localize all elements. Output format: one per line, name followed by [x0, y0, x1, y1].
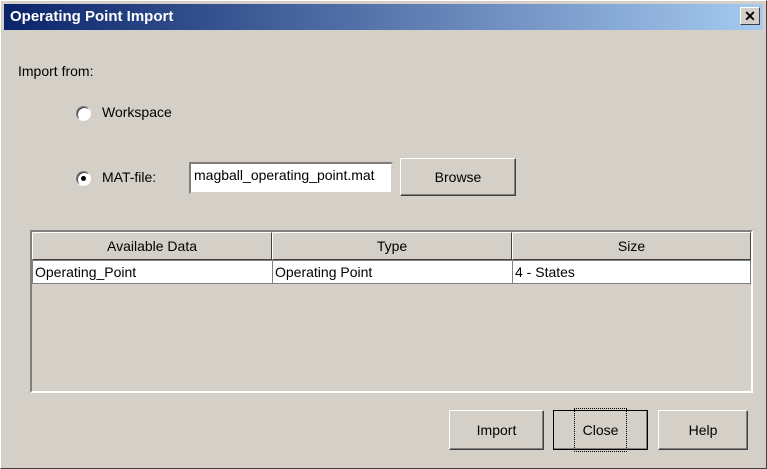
matfile-label[interactable]: MAT-file:: [102, 169, 156, 185]
import-from-label: Import from:: [18, 63, 94, 79]
dialog-title: Operating Point Import: [10, 8, 174, 25]
cell-type: Operating Point: [272, 260, 513, 284]
title-bar: Operating Point Import ✕: [4, 4, 763, 30]
table-header: Available Data Type Size: [32, 232, 751, 260]
matfile-radio[interactable]: [76, 171, 91, 186]
close-button[interactable]: Close: [553, 408, 648, 452]
available-data-table: Available Data Type Size Operating_Point…: [30, 230, 753, 393]
cell-size: 4 - States: [512, 260, 751, 284]
matfile-path-value: magball_operating_point.mat: [194, 167, 375, 183]
column-header-type[interactable]: Type: [272, 232, 512, 260]
close-icon: ✕: [744, 8, 756, 24]
matfile-path-input[interactable]: magball_operating_point.mat: [189, 162, 393, 194]
workspace-radio[interactable]: [76, 106, 91, 121]
import-button-label: Import: [476, 422, 517, 438]
column-header-available-data[interactable]: Available Data: [32, 232, 272, 260]
browse-button[interactable]: Browse: [400, 158, 516, 196]
workspace-label[interactable]: Workspace: [102, 104, 172, 120]
column-header-size[interactable]: Size: [512, 232, 751, 260]
close-button-label: Close: [573, 408, 628, 452]
table-row[interactable]: Operating_Point Operating Point 4 - Stat…: [32, 260, 751, 284]
help-button[interactable]: Help: [658, 410, 748, 450]
import-button[interactable]: Import: [449, 410, 544, 450]
browse-button-label: Browse: [434, 169, 482, 185]
cell-available-data: Operating_Point: [32, 260, 273, 284]
help-button-label: Help: [688, 422, 718, 438]
close-window-button[interactable]: ✕: [740, 7, 760, 25]
